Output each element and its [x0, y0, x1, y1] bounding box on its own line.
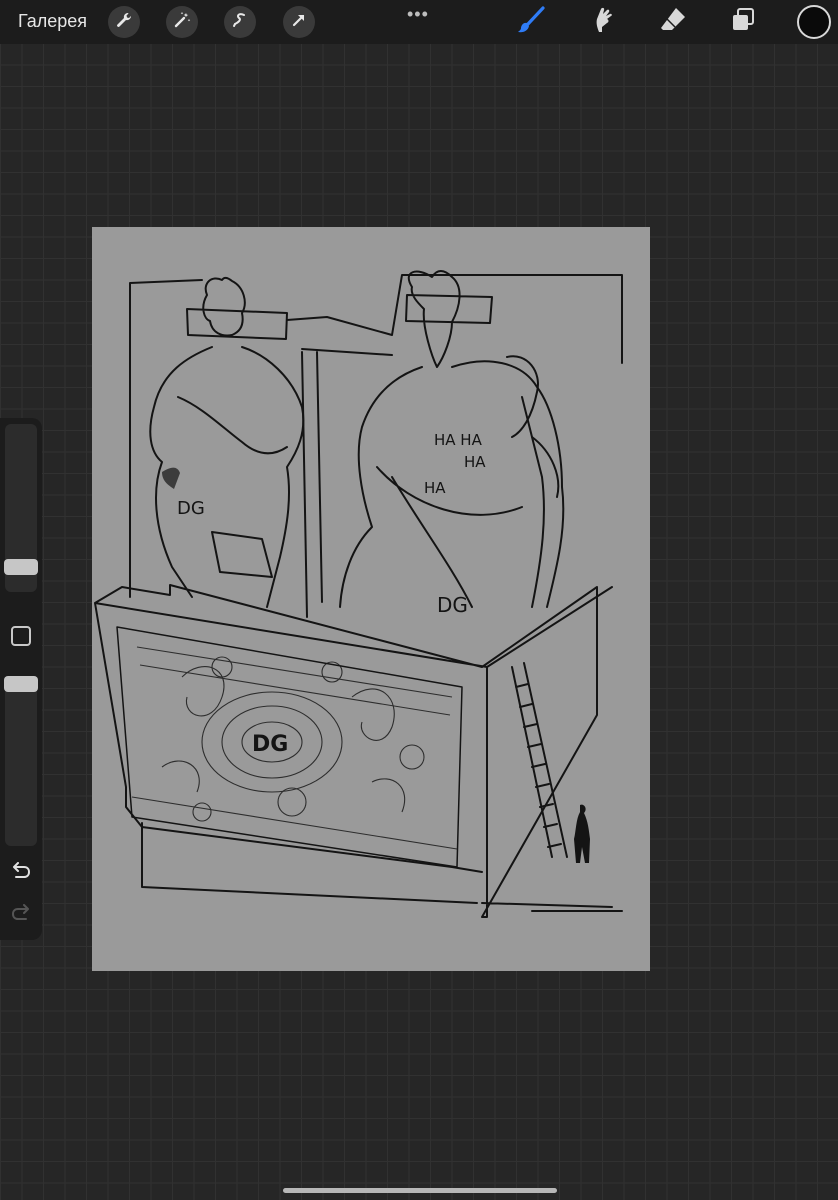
- drawing-canvas[interactable]: HA HA HA HA DG DG DG: [92, 227, 650, 971]
- wrench-icon: [115, 11, 133, 34]
- modify-button[interactable]: [11, 626, 31, 646]
- more-menu-button[interactable]: •••: [407, 4, 429, 25]
- redo-button[interactable]: [10, 904, 32, 922]
- scribble-dg-2: DG: [437, 593, 468, 617]
- selection-button[interactable]: [224, 6, 256, 38]
- gallery-button[interactable]: Галерея: [18, 11, 87, 32]
- smudge-tool-button[interactable]: [586, 6, 618, 38]
- magic-wand-icon: [173, 11, 191, 34]
- layers-button[interactable]: [727, 6, 759, 38]
- layers-icon: [728, 5, 758, 40]
- ladder: [511, 662, 568, 858]
- scribble-dg-1: DG: [177, 498, 205, 519]
- figure-left: [149, 276, 305, 608]
- undo-icon: [10, 862, 32, 884]
- eraser-tool-button[interactable]: [657, 6, 689, 38]
- chest-logo-dg: DG: [252, 732, 288, 757]
- adjustments-button[interactable]: [166, 6, 198, 38]
- opacity-slider[interactable]: [5, 676, 37, 846]
- brush-icon: [516, 5, 546, 40]
- selection-icon: [231, 11, 249, 34]
- left-sidebar: [0, 418, 42, 940]
- sketch-artwork: HA HA HA HA DG DG DG: [94, 270, 623, 918]
- brush-size-thumb[interactable]: [4, 559, 38, 575]
- actions-button[interactable]: [108, 6, 140, 38]
- transform-button[interactable]: [283, 6, 315, 38]
- redo-icon: [10, 904, 32, 926]
- frame-lines: [129, 274, 623, 618]
- figure-right-arm: [506, 355, 560, 498]
- eraser-icon: [658, 5, 688, 40]
- home-indicator[interactable]: [283, 1188, 557, 1193]
- scribble-ha-2: HA: [424, 479, 446, 497]
- undo-button[interactable]: [10, 862, 32, 880]
- color-picker-button[interactable]: [797, 5, 831, 39]
- opacity-thumb[interactable]: [4, 676, 38, 692]
- transform-arrow-icon: [290, 11, 308, 34]
- brush-tool-button[interactable]: [515, 5, 547, 40]
- top-toolbar: Галерея •••: [0, 0, 838, 44]
- scribble-ha-ha: HA HA: [434, 431, 483, 449]
- smudge-icon: [587, 5, 617, 40]
- scribble-ha-1: HA: [464, 453, 486, 471]
